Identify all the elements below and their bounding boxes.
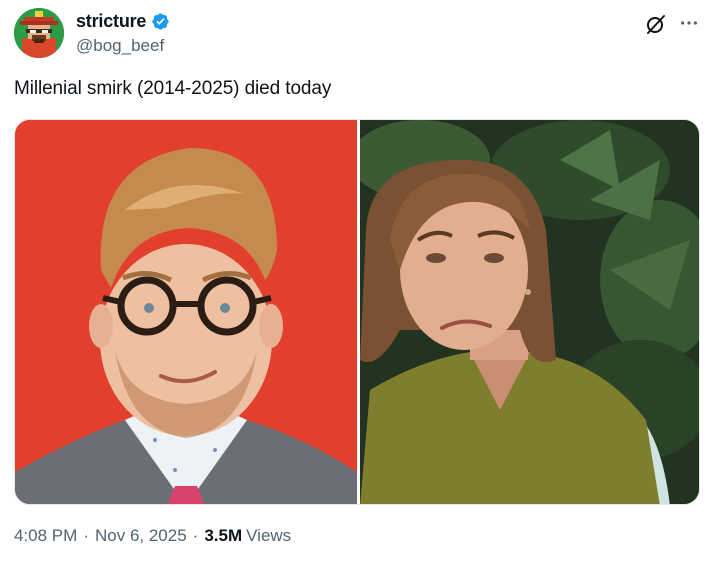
views-count: 3.5M — [204, 526, 243, 545]
pixel-art-avatar-icon — [14, 8, 64, 58]
media-photo-left[interactable] — [15, 120, 357, 504]
tweet-meta: 4:08 PM · Nov 6, 2025 · 3.5M Views — [14, 526, 291, 546]
tweet-date-link[interactable]: Nov 6, 2025 — [95, 526, 187, 546]
media-grid — [14, 119, 700, 505]
tweet-time-link[interactable]: 4:08 PM — [14, 526, 77, 546]
woman-portrait-image — [360, 120, 699, 504]
author-handle[interactable]: @bog_beef — [76, 36, 164, 56]
meta-separator: · — [83, 526, 89, 545]
media-photo-right[interactable] — [360, 120, 699, 504]
grok-icon[interactable] — [644, 12, 668, 36]
more-options-icon[interactable] — [676, 12, 702, 34]
meta-separator: · — [192, 526, 199, 545]
views-label: Views — [246, 526, 292, 545]
man-portrait-image — [15, 120, 357, 504]
avatar[interactable] — [14, 8, 64, 58]
verified-badge-icon — [151, 12, 170, 31]
author-name-row[interactable]: stricture — [76, 11, 170, 32]
author-display-name[interactable]: stricture — [76, 11, 146, 32]
tweet-text: Millenial smirk (2014-2025) died today — [14, 78, 332, 99]
